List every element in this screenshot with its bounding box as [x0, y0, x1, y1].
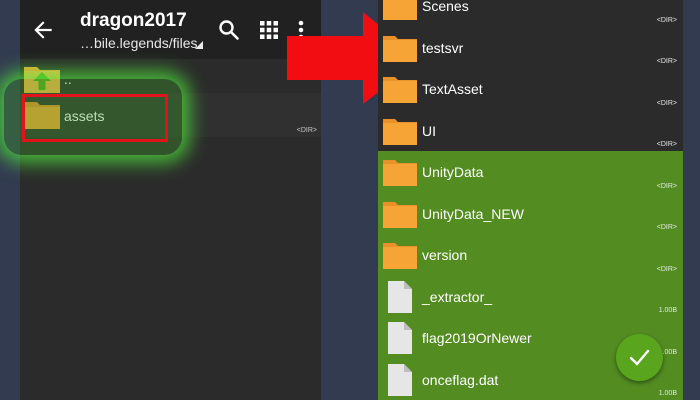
file-icon [388, 280, 412, 313]
path-dropdown-icon[interactable] [195, 41, 203, 49]
list-item-testsvr[interactable]: testsvr <DIR> [378, 27, 683, 69]
list-item-label: onceflag.dat [422, 371, 499, 388]
back-arrow-icon[interactable] [30, 17, 56, 43]
folder-icon [383, 35, 417, 62]
list-item-label: UI [422, 122, 436, 139]
list-item-unitydata-new[interactable]: UnityData_NEW <DIR> [378, 192, 683, 234]
dir-label: <DIR> [656, 182, 677, 190]
search-icon[interactable] [217, 18, 241, 42]
file-size: 1.00B [658, 390, 677, 397]
dir-label: <DIR> [656, 16, 677, 24]
list-item-label: UnityData_NEW [422, 205, 524, 222]
dir-label: <DIR> [656, 224, 677, 231]
confirm-fab-button[interactable] [616, 334, 663, 381]
left-file-panel: dragon2017 …bile.legends/files .. assets [20, 0, 321, 400]
list-item-label: version [422, 247, 468, 263]
dir-label: <DIR> [656, 141, 677, 148]
folder-icon [383, 243, 417, 269]
check-icon [629, 349, 650, 366]
file-size: 1.00B [658, 307, 677, 314]
page-title: dragon2017 [80, 10, 187, 31]
list-item-scenes[interactable]: Scenes <DIR> [378, 0, 683, 27]
dir-label: <DIR> [656, 265, 677, 273]
folder-icon [383, 77, 417, 103]
list-item-label: flag2019OrNewer [422, 330, 532, 346]
red-highlight-box [22, 94, 168, 142]
dir-label: <DIR> [656, 99, 677, 107]
dir-label: <DIR> [656, 58, 677, 65]
list-item-version[interactable]: version <DIR> [378, 234, 683, 276]
list-item-label: UnityData [422, 164, 484, 180]
list-item-ui[interactable]: UI <DIR> [378, 110, 683, 152]
folder-icon [383, 201, 417, 228]
file-icon [388, 363, 412, 396]
list-item-textasset[interactable]: TextAsset <DIR> [378, 68, 683, 110]
list-item-unitydata[interactable]: UnityData <DIR> [378, 151, 683, 193]
folder-icon [383, 160, 417, 186]
file-icon [388, 322, 412, 354]
list-item-label: testsvr [422, 39, 464, 56]
path-breadcrumb[interactable]: …bile.legends/files [80, 35, 198, 51]
list-item-label: Scenes [422, 0, 469, 14]
list-item-label: TextAsset [422, 81, 483, 97]
folder-icon [383, 118, 417, 145]
dir-label: <DIR> [296, 127, 317, 134]
grid-view-icon[interactable] [258, 19, 280, 41]
list-item-label: _extractor_ [422, 288, 493, 305]
app-bar: dragon2017 …bile.legends/files [20, 0, 321, 59]
folder-icon [383, 0, 417, 20]
list-item-extractor[interactable]: _extractor_ 1.00B [378, 275, 683, 317]
